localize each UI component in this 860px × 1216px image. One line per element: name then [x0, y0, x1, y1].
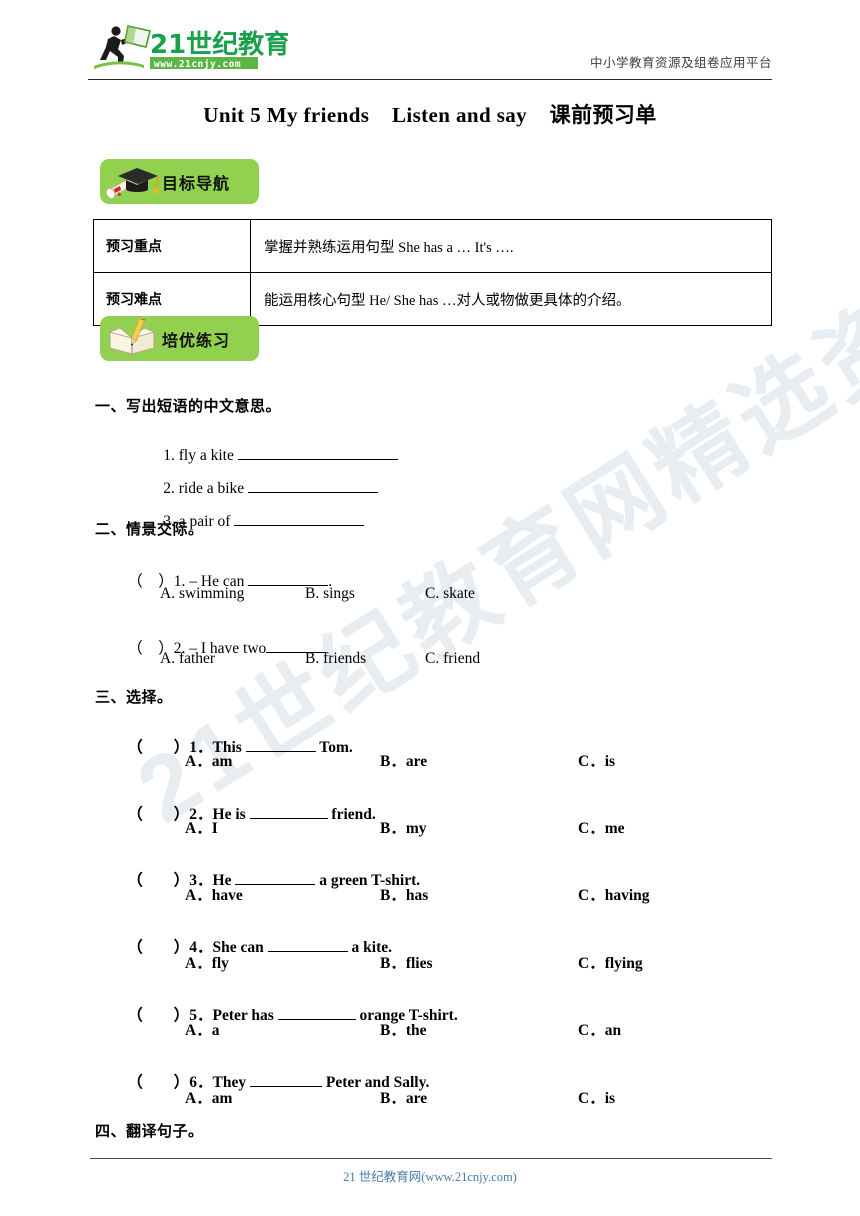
- open-book-pencil-icon: [106, 316, 162, 359]
- option-3-2-B[interactable]: B．my: [380, 816, 427, 838]
- logo-brand-text: 21世纪教育: [150, 29, 288, 60]
- answer-blank[interactable]: [235, 884, 316, 885]
- document-page: 21世纪教育网精选资料 21世纪教育 www.21cnjy.com 中小学教育资…: [0, 0, 860, 1216]
- option-3-6-A[interactable]: A．am: [185, 1086, 232, 1108]
- answer-blank[interactable]: [277, 1019, 356, 1020]
- option-3-6-C[interactable]: C．is: [578, 1086, 615, 1108]
- question-bracket[interactable]: （ ）: [127, 1074, 189, 1091]
- option-3-4-A[interactable]: A．fly: [185, 951, 229, 973]
- question-3-3: （ ）3．He a green T-shirt.: [104, 850, 420, 908]
- section-heading-1: 一、写出短语的中文意思。: [95, 397, 282, 415]
- option-2-2-A[interactable]: A. father: [160, 650, 215, 668]
- option-3-3-B[interactable]: B．has: [380, 883, 428, 905]
- option-3-5-C[interactable]: C．an: [578, 1018, 621, 1040]
- option-3-5-B[interactable]: B．the: [380, 1018, 427, 1040]
- question-3-4: （ ）4．She can a kite.: [104, 917, 392, 975]
- question-bracket[interactable]: （ ）: [127, 806, 189, 823]
- site-logo: 21世纪教育 www.21cnjy.com: [88, 22, 290, 74]
- option-3-1-A[interactable]: A．am: [185, 749, 232, 771]
- option-3-5-A[interactable]: A．a: [185, 1018, 219, 1040]
- option-3-1-B[interactable]: B．are: [380, 749, 427, 771]
- answer-blank[interactable]: [234, 525, 365, 526]
- question-bracket[interactable]: （ ）: [127, 739, 189, 756]
- page-title: Unit 5 My friends Listen and say 课前预习单: [203, 103, 657, 127]
- logo-url-text: www.21cnjy.com: [154, 59, 241, 70]
- footer-text: 21 世纪教育网(www.21cnjy.com): [343, 1170, 517, 1184]
- option-3-3-C[interactable]: C．having: [578, 883, 650, 905]
- footer-divider: [90, 1158, 772, 1159]
- option-2-1-A[interactable]: A. swimming: [160, 585, 244, 603]
- question-stem-post: Tom.: [315, 739, 353, 756]
- section-heading-3: 三、选择。: [95, 688, 173, 706]
- option-3-6-B[interactable]: B．are: [380, 1086, 427, 1108]
- section-heading-2: 二、情景交际。: [95, 520, 204, 538]
- answer-blank[interactable]: [267, 951, 348, 952]
- option-2-2-C[interactable]: C. friend: [425, 650, 480, 668]
- answer-blank[interactable]: [237, 459, 398, 460]
- header-divider: [88, 79, 772, 80]
- preview-info-table: 预习重点 掌握并熟练运用句型 She has a … It's …. 预习难点 …: [93, 219, 772, 326]
- option-3-2-C[interactable]: C．me: [578, 816, 625, 838]
- graduation-cap-diploma-icon: [105, 162, 162, 202]
- section-badge-drill: 培优练习: [100, 316, 259, 361]
- section-heading-4: 四、翻译句子。: [95, 1122, 204, 1140]
- table-cell-value: 能运用核心句型 He/ She has …对人或物做更具体的介绍。: [250, 272, 772, 326]
- answer-blank[interactable]: [248, 492, 379, 493]
- question-bracket[interactable]: （ ）: [127, 872, 189, 889]
- question-3-2: （ ）2．He is friend.: [104, 784, 376, 842]
- answer-blank[interactable]: [245, 751, 316, 752]
- option-3-3-A[interactable]: A．have: [185, 883, 243, 905]
- option-2-2-B[interactable]: B. friends: [305, 650, 366, 668]
- question-stem-post: friend.: [327, 806, 376, 823]
- table-cell-label: 预习重点: [93, 219, 251, 273]
- section-badge-goal: 目标导航: [100, 159, 259, 204]
- option-2-1-C[interactable]: C. skate: [425, 585, 475, 603]
- book-flag-icon: [124, 25, 151, 48]
- platform-label: 中小学教育资源及组卷应用平台: [589, 55, 772, 70]
- badge-drill-label: 培优练习: [162, 331, 231, 350]
- option-3-2-A[interactable]: A．I: [185, 816, 218, 838]
- question-2-2: （ ）2. – I have two: [104, 618, 327, 676]
- page-header: 21世纪教育 www.21cnjy.com 中小学教育资源及组卷应用平台: [88, 22, 772, 80]
- badge-goal-label: 目标导航: [162, 174, 231, 193]
- table-cell-value: 掌握并熟练运用句型 She has a … It's ….: [250, 219, 772, 273]
- table-row: 预习重点 掌握并熟练运用句型 She has a … It's ….: [93, 219, 772, 273]
- option-3-4-C[interactable]: C．flying: [578, 951, 643, 973]
- option-3-4-B[interactable]: B．flies: [380, 951, 433, 973]
- option-3-1-C[interactable]: C．is: [578, 749, 615, 771]
- question-bracket[interactable]: （ ）: [127, 939, 189, 956]
- answer-blank[interactable]: [249, 1086, 322, 1087]
- answer-blank[interactable]: [249, 818, 328, 819]
- option-2-1-B[interactable]: B. sings: [305, 585, 355, 603]
- question-bracket[interactable]: （ ）: [127, 1007, 189, 1024]
